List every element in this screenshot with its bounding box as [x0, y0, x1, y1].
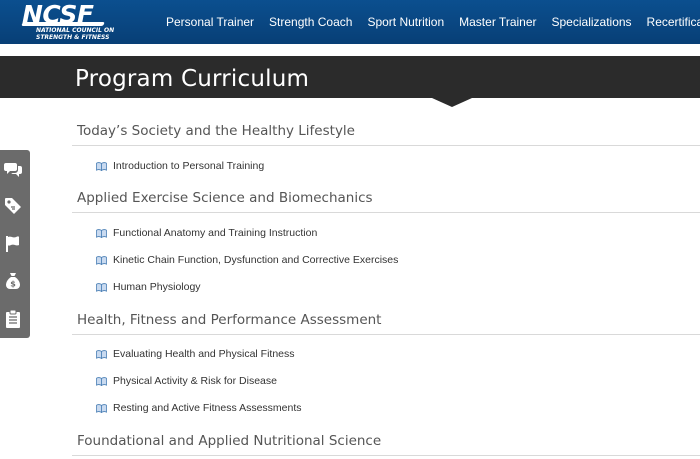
lesson-label[interactable]: Introduction to Personal Training	[113, 160, 264, 172]
logo-subtitle: NATIONAL COUNCIL ON STRENGTH & FITNESS	[36, 27, 114, 41]
book-icon	[96, 161, 107, 171]
page-title-band: Program Curriculum	[0, 56, 700, 98]
main-menu: Personal Trainer Strength Coach Sport Nu…	[166, 0, 700, 44]
lesson-item[interactable]: Human Physiology	[96, 280, 201, 294]
lesson-label[interactable]: Human Physiology	[113, 281, 201, 293]
money-bag-icon[interactable]: $	[2, 270, 24, 292]
side-toolbar: $	[0, 150, 30, 338]
book-icon	[96, 403, 107, 413]
curriculum-section: Applied Exercise Science and Biomechanic…	[72, 189, 700, 209]
section-divider	[72, 455, 700, 456]
section-divider	[72, 212, 700, 213]
lesson-label[interactable]: Evaluating Health and Physical Fitness	[113, 348, 295, 360]
lesson-item[interactable]: Evaluating Health and Physical Fitness	[96, 347, 295, 361]
clipboard-icon[interactable]	[2, 308, 24, 330]
lesson-label[interactable]: Resting and Active Fitness Assessments	[113, 402, 302, 414]
logo-subtitle-line-2: STRENGTH & FITNESS	[36, 33, 110, 41]
curriculum-section: Health, Fitness and Performance Assessme…	[72, 311, 700, 331]
title-band-pointer	[432, 98, 472, 107]
nav-personal-trainer[interactable]: Personal Trainer	[166, 15, 269, 29]
book-icon	[96, 376, 107, 386]
book-icon	[96, 228, 107, 238]
section-heading: Applied Exercise Science and Biomechanic…	[77, 190, 373, 206]
book-icon	[96, 349, 107, 359]
ncsf-logo[interactable]: NCSF NATIONAL COUNCIL ON STRENGTH & FITN…	[21, 2, 132, 42]
flag-icon[interactable]	[2, 233, 24, 255]
lesson-label[interactable]: Physical Activity & Risk for Disease	[113, 375, 277, 387]
section-divider	[72, 145, 700, 146]
page-title: Program Curriculum	[75, 66, 310, 92]
section-heading: Today’s Society and the Healthy Lifestyl…	[77, 123, 355, 139]
nav-sport-nutrition[interactable]: Sport Nutrition	[367, 15, 459, 29]
svg-text:$: $	[10, 280, 16, 289]
book-icon	[96, 282, 107, 292]
book-icon	[96, 255, 107, 265]
section-heading: Foundational and Applied Nutritional Sci…	[77, 433, 382, 449]
section-divider	[72, 334, 700, 335]
curriculum-section: Today’s Society and the Healthy Lifestyl…	[72, 122, 700, 142]
nav-master-trainer[interactable]: Master Trainer	[459, 15, 551, 29]
lesson-item[interactable]: Resting and Active Fitness Assessments	[96, 401, 302, 415]
lesson-label[interactable]: Functional Anatomy and Training Instruct…	[113, 227, 317, 239]
lesson-label[interactable]: Kinetic Chain Function, Dysfunction and …	[113, 254, 398, 266]
lesson-item[interactable]: Introduction to Personal Training	[96, 159, 264, 173]
lesson-item[interactable]: Physical Activity & Risk for Disease	[96, 374, 277, 388]
top-navigation-bar: NCSF NATIONAL COUNCIL ON STRENGTH & FITN…	[0, 0, 700, 44]
price-tag-icon[interactable]	[2, 195, 24, 217]
logo-swoosh	[21, 22, 105, 26]
chat-bubbles-icon[interactable]	[2, 158, 24, 180]
section-heading: Health, Fitness and Performance Assessme…	[77, 312, 382, 328]
nav-specializations[interactable]: Specializations	[552, 15, 647, 29]
nav-recertification[interactable]: Recertification	[647, 15, 700, 29]
lesson-item[interactable]: Functional Anatomy and Training Instruct…	[96, 226, 317, 240]
curriculum-section: Foundational and Applied Nutritional Sci…	[72, 432, 700, 452]
nav-strength-coach[interactable]: Strength Coach	[269, 15, 367, 29]
lesson-item[interactable]: Kinetic Chain Function, Dysfunction and …	[96, 253, 398, 267]
